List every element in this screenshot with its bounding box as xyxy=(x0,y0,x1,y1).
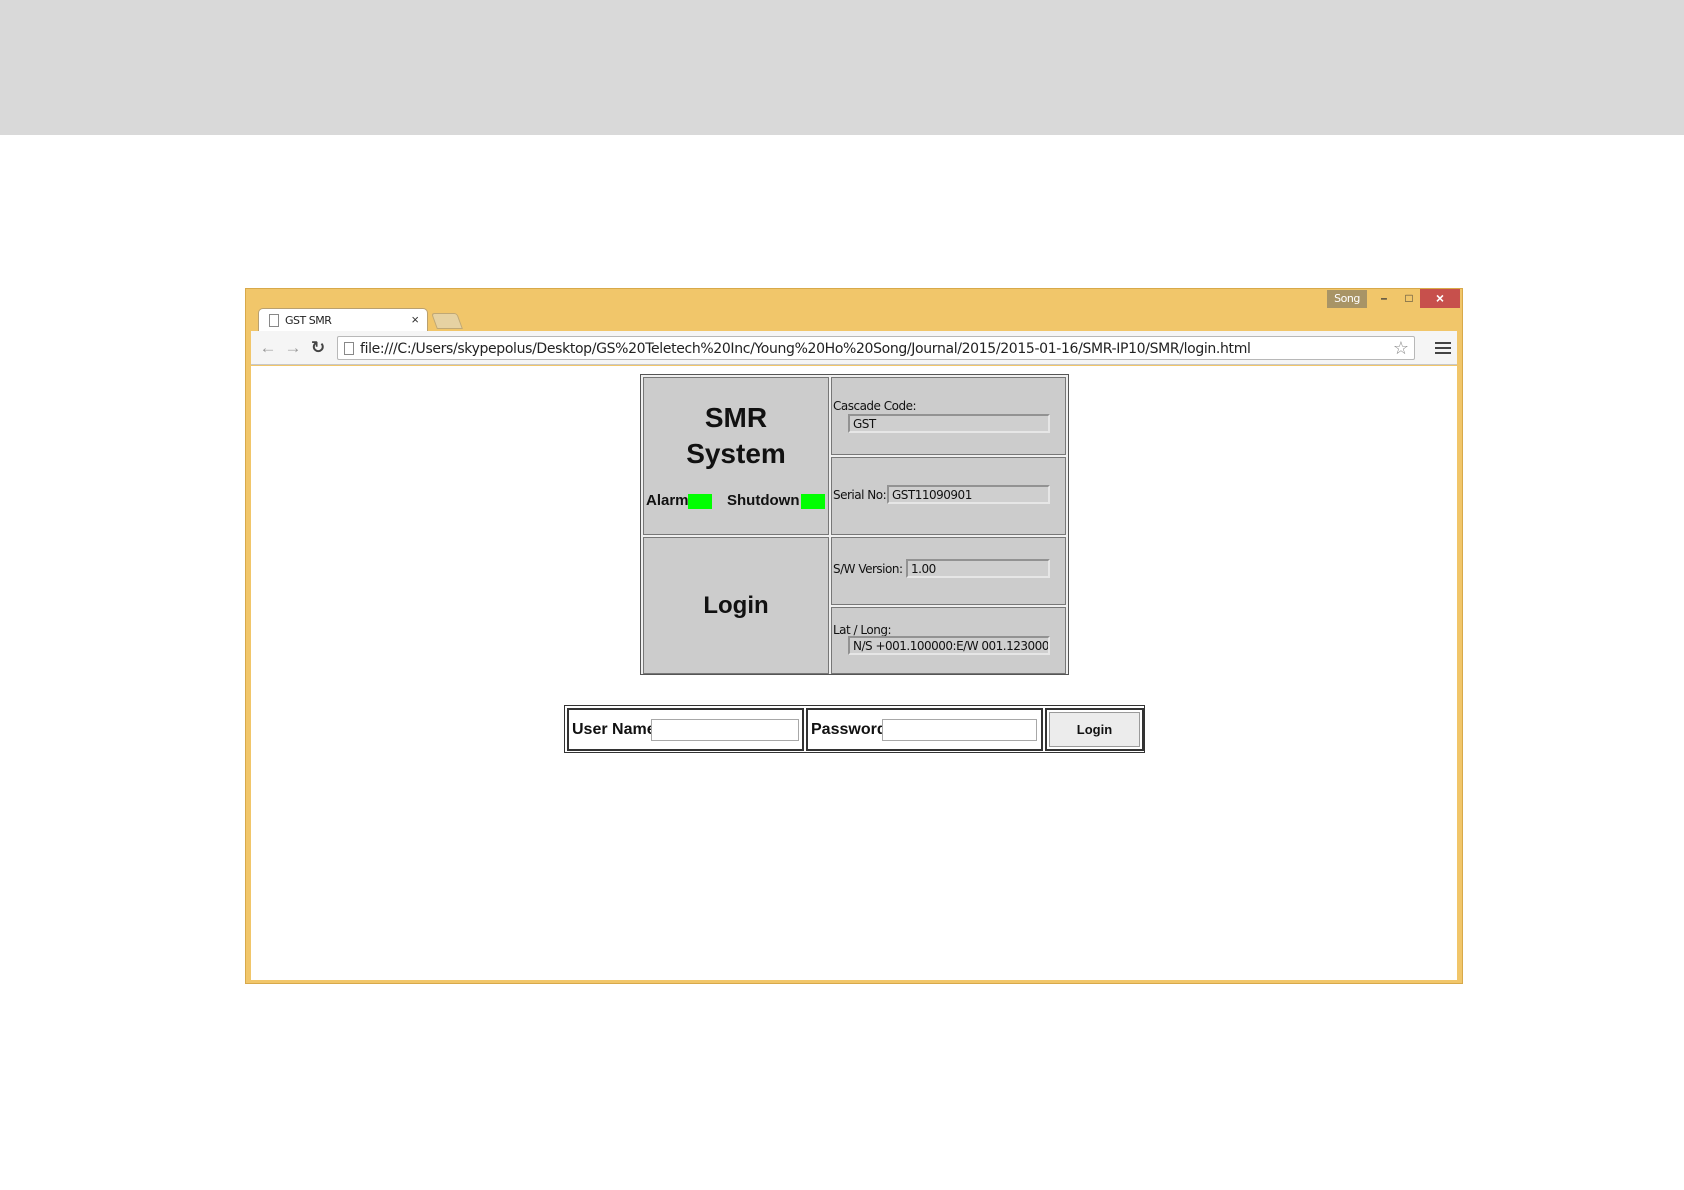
system-title-cell: SMR System Alarm Shutdown xyxy=(643,377,829,535)
address-bar[interactable]: file:///C:/Users/skypepolus/Desktop/GS%2… xyxy=(337,336,1415,360)
sw-version-label: S/W Version: xyxy=(833,562,903,576)
bookmark-star-icon[interactable]: ☆ xyxy=(1393,338,1409,359)
reload-icon[interactable]: ↻ xyxy=(307,338,329,358)
menu-icon[interactable] xyxy=(1435,339,1451,357)
page-icon xyxy=(269,314,279,327)
address-url[interactable]: file:///C:/Users/skypepolus/Desktop/GS%2… xyxy=(360,341,1251,357)
cascade-code-field: GST xyxy=(848,414,1050,433)
username-input[interactable] xyxy=(651,719,799,741)
sw-version-cell: S/W Version: 1.00 xyxy=(831,537,1066,605)
close-window-button[interactable]: × xyxy=(1420,289,1460,308)
alarm-label: Alarm xyxy=(646,492,689,509)
user-badge[interactable]: Song xyxy=(1327,290,1367,308)
password-label: Password xyxy=(811,721,887,738)
lat-long-cell: Lat / Long: N/S +001.100000:E/W 001.1230… xyxy=(831,607,1066,674)
system-title-line2: System xyxy=(686,438,786,469)
cascade-code-label: Cascade Code: xyxy=(833,399,917,413)
shutdown-label: Shutdown xyxy=(727,492,800,509)
serial-no-cell: Serial No: GST11090901 xyxy=(831,457,1066,535)
browser-window: Song – □ × GST SMR × ← → ↻ file:///C:/Us… xyxy=(245,288,1463,984)
page-icon xyxy=(344,342,354,355)
password-cell: Password xyxy=(806,708,1043,751)
serial-no-field: GST11090901 xyxy=(887,485,1050,504)
browser-toolbar: ← → ↻ file:///C:/Users/skypepolus/Deskto… xyxy=(251,331,1457,365)
lat-long-field: N/S +001.100000:E/W 001.123000 xyxy=(848,636,1050,655)
page-viewport: SMR System Alarm Shutdown Login Cascade … xyxy=(251,366,1457,980)
tab-title: GST SMR xyxy=(285,314,332,327)
maximize-button[interactable]: □ xyxy=(1396,289,1422,308)
lat-long-label: Lat / Long: xyxy=(833,623,892,637)
minimize-button[interactable]: – xyxy=(1371,289,1397,308)
login-form: User Name Password Login xyxy=(564,705,1145,753)
tab-close-icon[interactable]: × xyxy=(411,312,419,327)
login-heading-cell: Login xyxy=(643,537,829,674)
system-title-line1: SMR xyxy=(704,402,768,433)
system-info-table: SMR System Alarm Shutdown Login Cascade … xyxy=(640,374,1069,675)
username-label: User Name xyxy=(572,721,656,738)
cascade-code-cell: Cascade Code: GST xyxy=(831,377,1066,455)
forward-arrow-icon[interactable]: → xyxy=(282,338,304,358)
back-arrow-icon[interactable]: ← xyxy=(257,338,279,358)
login-heading: Login xyxy=(703,592,769,619)
serial-no-label: Serial No: xyxy=(833,488,887,502)
slide-header-band xyxy=(0,0,1684,135)
login-button[interactable]: Login xyxy=(1049,712,1140,747)
browser-tab[interactable]: GST SMR × xyxy=(258,308,428,332)
login-button-cell: Login xyxy=(1045,708,1144,751)
username-cell: User Name xyxy=(567,708,804,751)
new-tab-button[interactable] xyxy=(431,313,463,329)
shutdown-indicator xyxy=(801,494,825,509)
sw-version-field: 1.00 xyxy=(906,559,1050,578)
alarm-indicator xyxy=(688,494,712,509)
password-input[interactable] xyxy=(882,719,1037,741)
